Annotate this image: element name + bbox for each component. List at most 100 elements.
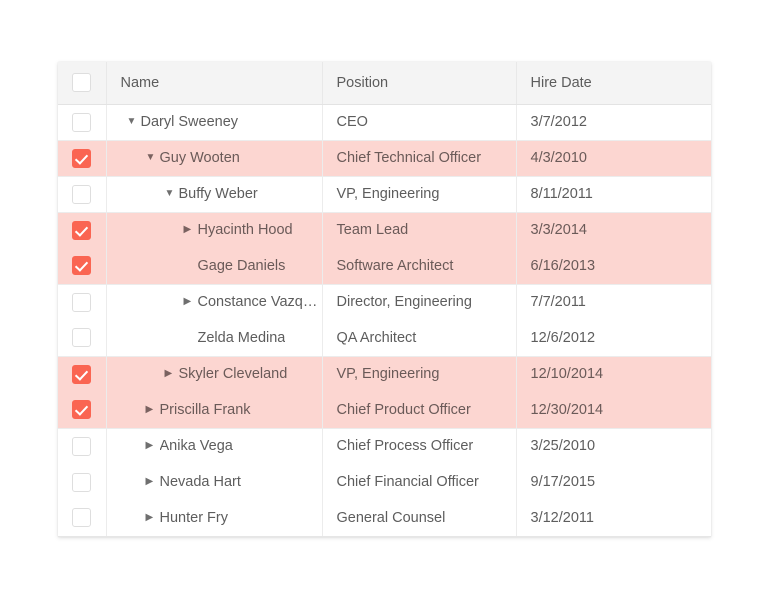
hire-date-cell: 7/7/2011: [516, 283, 711, 320]
row-select-cell[interactable]: [58, 175, 107, 212]
row-select-cell[interactable]: [58, 283, 107, 320]
table-row[interactable]: ▼ Buffy Weber VP, Engineering 8/11/2011: [58, 175, 711, 212]
row-checkbox[interactable]: [72, 184, 92, 204]
employee-name: Anika Vega: [159, 438, 233, 455]
tree-node: ▶ Constance Vazquez: [121, 285, 322, 320]
row-checkbox[interactable]: [72, 112, 92, 132]
tree-node: ▼ Buffy Weber: [121, 177, 322, 212]
row-select-cell[interactable]: [58, 427, 107, 464]
name-cell: ▶ Nevada Hart: [106, 464, 323, 500]
position-cell: CEO: [322, 104, 517, 140]
row-select-cell[interactable]: [58, 500, 107, 537]
position-cell: Chief Financial Officer: [322, 464, 517, 500]
row-select-cell[interactable]: [58, 104, 107, 140]
employee-name: Daryl Sweeney: [140, 114, 239, 130]
hire-date-cell: 12/30/2014: [530, 401, 604, 418]
position-cell: QA Architect: [322, 320, 517, 356]
column-header-position-label: Position: [336, 74, 389, 91]
table-row[interactable]: ▶ Hyacinth Hood Team Lead 3/3/2014: [58, 211, 711, 248]
tree-toggle-collapsed-icon[interactable]: ▶: [165, 369, 179, 379]
tree-toggle-expanded-icon[interactable]: ▼: [127, 117, 141, 127]
tree-toggle-collapsed-icon[interactable]: ▶: [146, 404, 160, 415]
tree-node: Gage Daniels: [121, 248, 322, 284]
table-row[interactable]: Gage Daniels Software Architect 6/16/2013: [58, 248, 711, 284]
row-checkbox[interactable]: [72, 472, 92, 492]
tree-node: ▶ Priscilla Frank: [121, 392, 322, 428]
name-cell: ▶ Constance Vazquez: [106, 283, 323, 320]
tree-toggle-collapsed-icon[interactable]: ▶: [146, 512, 160, 523]
tree-toggle-collapsed-icon[interactable]: ▶: [146, 441, 160, 451]
hire-date-cell: 12/10/2014: [516, 355, 711, 392]
tree-node: ▶ Hyacinth Hood: [121, 213, 322, 248]
tree-toggle-expanded-icon[interactable]: ▼: [165, 189, 179, 199]
name-cell: ▶ Hyacinth Hood: [106, 211, 323, 248]
tree-toggle-collapsed-icon[interactable]: ▶: [184, 225, 198, 235]
tree-node: ▼ Guy Wooten: [121, 141, 322, 176]
name-cell: Zelda Medina: [106, 320, 323, 356]
position-cell: Chief Process Officer: [322, 427, 517, 464]
tree-toggle-expanded-icon[interactable]: ▼: [146, 153, 160, 163]
table-row[interactable]: ▶ Constance Vazquez Director, Engineering 7…: [58, 283, 711, 320]
position-cell: Chief Technical Officer: [322, 139, 517, 176]
position-cell: General Counsel: [322, 500, 517, 537]
tree-node: ▶ Nevada Hart: [121, 464, 322, 500]
employee-name: Buffy Weber: [178, 186, 258, 202]
position-cell: Software Architect: [322, 248, 517, 284]
row-select-cell[interactable]: [58, 248, 107, 284]
hire-date-cell: 3/12/2011: [516, 500, 711, 537]
row-checkbox[interactable]: [72, 364, 92, 384]
table-row[interactable]: ▼ Daryl Sweeney CEO 3/7/2012: [58, 104, 711, 140]
column-header-hire-date[interactable]: Hire Date: [516, 62, 711, 105]
row-select-cell[interactable]: [58, 139, 107, 176]
tree-node: ▶ Hunter Fry: [121, 500, 322, 535]
row-checkbox[interactable]: [72, 328, 92, 348]
column-header-name[interactable]: Name: [106, 62, 323, 105]
name-cell: ▶ Priscilla Frank: [106, 392, 323, 428]
name-cell: ▶ Hunter Fry: [106, 500, 323, 537]
row-checkbox[interactable]: [72, 292, 92, 312]
employee-name: Priscilla Frank: [159, 401, 251, 418]
name-cell: ▼ Guy Wooten: [106, 139, 323, 176]
table-row[interactable]: ▶ Priscilla Frank Chief Product Officer 12/…: [58, 392, 711, 428]
row-checkbox[interactable]: [72, 256, 92, 276]
row-select-cell[interactable]: [58, 211, 107, 248]
employee-name: Nevada Hart: [159, 474, 241, 490]
row-select-cell[interactable]: [58, 392, 107, 428]
row-select-cell[interactable]: [58, 320, 107, 356]
hire-date-cell: 3/25/2010: [516, 427, 711, 464]
position-cell: Team Lead: [322, 211, 517, 248]
name-cell: ▼ Daryl Sweeney: [106, 104, 323, 140]
hire-date-cell: 4/3/2010: [516, 139, 711, 176]
tree-node: ▶ Anika Vega: [121, 429, 322, 464]
row-checkbox[interactable]: [72, 220, 92, 240]
table-row[interactable]: ▼ Guy Wooten Chief Technical Officer 4/3/20…: [58, 139, 711, 176]
table-row[interactable]: Zelda Medina QA Architect 12/6/2012: [58, 320, 711, 356]
employee-name: Hunter Fry: [159, 509, 229, 526]
position-cell: VP, Engineering: [322, 355, 517, 392]
row-checkbox[interactable]: [72, 400, 92, 420]
employee-name: Skyler Cleveland: [178, 366, 288, 383]
employee-tree-table: Name Position Hire Date ▼ Daryl Sweeney CE…: [58, 62, 711, 537]
position-cell: Director, Engineering: [322, 283, 517, 320]
hire-date-cell: 3/3/2014: [516, 211, 711, 248]
row-checkbox[interactable]: [72, 436, 92, 456]
name-cell: ▼ Buffy Weber: [106, 175, 323, 212]
column-header-position[interactable]: Position: [322, 62, 517, 105]
tree-node: Zelda Medina: [121, 320, 322, 356]
select-all-header-cell[interactable]: [58, 62, 107, 105]
name-cell: ▶ Skyler Cleveland: [106, 355, 323, 392]
table-row[interactable]: ▶ Nevada Hart Chief Financial Officer 9/17/…: [58, 464, 711, 500]
table-header: Name Position Hire Date: [58, 62, 711, 105]
row-select-cell[interactable]: [58, 464, 107, 500]
table-row[interactable]: ▶ Skyler Cleveland VP, Engineering 12/10/20…: [58, 355, 711, 392]
select-all-checkbox[interactable]: [72, 73, 92, 93]
tree-toggle-collapsed-icon[interactable]: ▶: [146, 477, 160, 487]
tree-toggle-collapsed-icon[interactable]: ▶: [184, 297, 198, 307]
column-header-hire-date-label: Hire Date: [530, 74, 592, 91]
row-checkbox[interactable]: [72, 148, 92, 168]
hire-date-cell: 9/17/2015: [530, 474, 596, 490]
table-row[interactable]: ▶ Anika Vega Chief Process Officer 3/25/201…: [58, 427, 711, 464]
row-select-cell[interactable]: [58, 355, 107, 392]
table-row[interactable]: ▶ Hunter Fry General Counsel 3/12/2011: [58, 500, 711, 537]
row-checkbox[interactable]: [72, 508, 92, 528]
